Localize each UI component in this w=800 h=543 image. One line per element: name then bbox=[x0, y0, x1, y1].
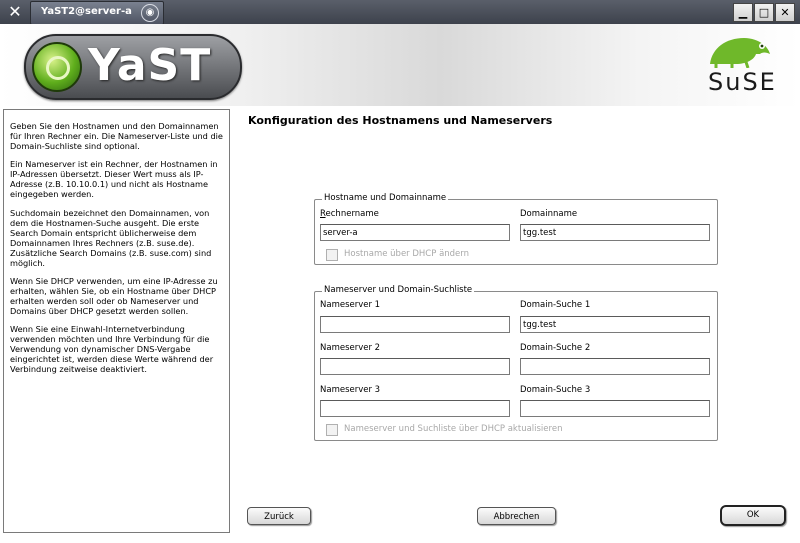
nameserver-dhcp-checkbox[interactable] bbox=[326, 424, 338, 436]
help-paragraph: Wenn Sie DHCP verwenden, um eine IP-Adre… bbox=[10, 275, 218, 316]
nameserver-dhcp-checkbox-label: Nameserver und Suchliste über DHCP aktua… bbox=[344, 424, 563, 434]
hostname-input[interactable] bbox=[320, 224, 510, 241]
domain-search-3-input[interactable] bbox=[520, 400, 710, 417]
suse-mini-icon: ◉ bbox=[141, 4, 159, 22]
help-paragraph: Ein Nameserver ist ein Rechner, der Host… bbox=[10, 159, 218, 200]
help-paragraph: Suchdomain bezeichnet den Domainnamen, v… bbox=[10, 207, 212, 268]
nameserver-frame-legend: Nameserver und Domain-Suchliste bbox=[322, 285, 475, 295]
window-title-bar: ✕ YaST2@server-a ◉ ▁ □ ✕ bbox=[0, 0, 800, 25]
nameserver-3-label: Nameserver 3 bbox=[320, 385, 381, 395]
hostname-dhcp-checkbox-label: Hostname über DHCP ändern bbox=[344, 249, 470, 259]
yast-logo-ring-icon bbox=[46, 56, 70, 80]
domain-label: Domainname bbox=[520, 209, 578, 219]
window-title: YaST2@server-a bbox=[41, 6, 132, 17]
hostname-label: Rechnername bbox=[320, 209, 379, 219]
suse-chameleon-icon bbox=[710, 38, 770, 68]
nameserver-2-input[interactable] bbox=[320, 358, 510, 375]
close-button[interactable]: ✕ bbox=[775, 3, 795, 22]
help-paragraph: Geben Sie den Hostnamen und den Domainna… bbox=[10, 121, 223, 152]
nameserver-3-input[interactable] bbox=[320, 400, 510, 417]
domain-search-1-label: Domain-Suche 1 bbox=[520, 300, 591, 310]
window-menu-icon[interactable]: ✕ bbox=[6, 2, 24, 22]
nameserver-2-label: Nameserver 2 bbox=[320, 343, 381, 353]
hostname-frame-legend: Hostname und Domainname bbox=[322, 193, 449, 203]
ok-button[interactable]: OK bbox=[720, 505, 786, 526]
suse-logo-text: SuSE bbox=[708, 68, 777, 96]
back-button[interactable]: Zurück bbox=[247, 507, 311, 525]
domain-input[interactable] bbox=[520, 224, 710, 241]
window-tab[interactable]: YaST2@server-a ◉ bbox=[30, 1, 164, 25]
help-paragraph: Wenn Sie eine Einwahl-Internetverbindung… bbox=[10, 323, 214, 374]
cancel-button[interactable]: Abbrechen bbox=[477, 507, 556, 525]
help-text: Geben Sie den Hostnamen und den Domainna… bbox=[10, 113, 228, 382]
domain-search-3-label: Domain-Suche 3 bbox=[520, 385, 591, 395]
domain-search-2-label: Domain-Suche 2 bbox=[520, 343, 591, 353]
page-title: Konfiguration des Hostnamens und Nameser… bbox=[248, 114, 553, 127]
nameserver-1-input[interactable] bbox=[320, 316, 510, 333]
hostname-dhcp-checkbox[interactable] bbox=[326, 249, 338, 261]
domain-search-1-input[interactable] bbox=[520, 316, 710, 333]
yast-logo-text: YaST bbox=[88, 40, 212, 91]
nameserver-1-label: Nameserver 1 bbox=[320, 300, 381, 310]
maximize-button[interactable]: □ bbox=[754, 3, 774, 22]
minimize-button[interactable]: ▁ bbox=[733, 3, 753, 22]
domain-search-2-input[interactable] bbox=[520, 358, 710, 375]
